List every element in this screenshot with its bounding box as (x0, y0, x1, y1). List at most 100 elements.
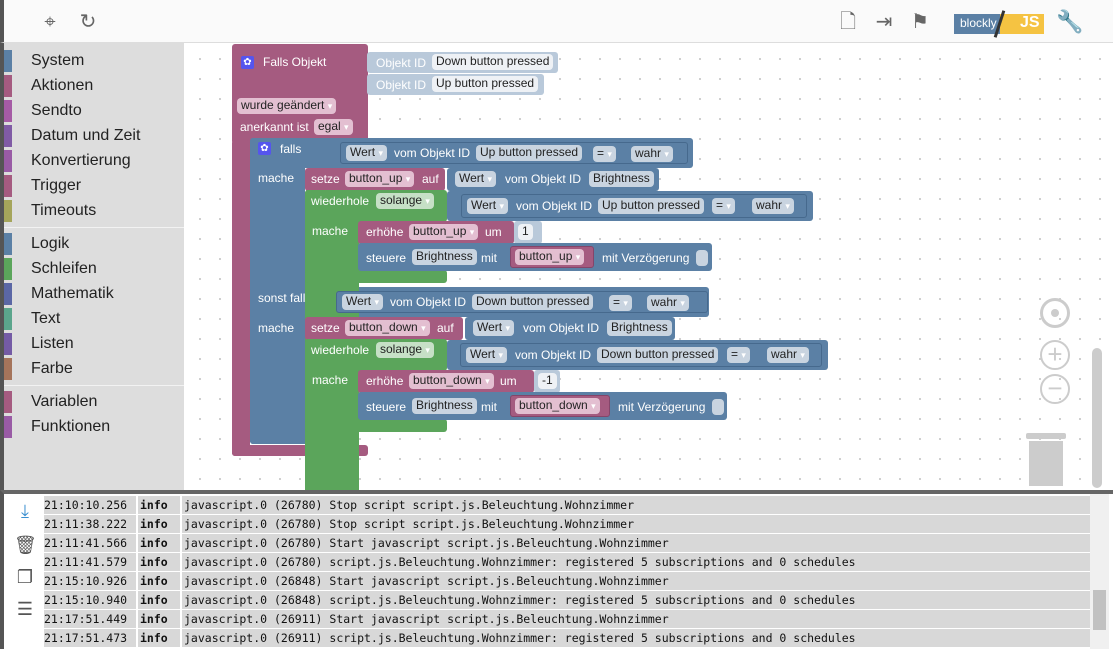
import-icon[interactable]: ⇥ (872, 10, 896, 34)
delay-checkbox[interactable] (696, 250, 708, 266)
objekt-id-label: Objekt ID (376, 78, 427, 92)
variable-dropdown[interactable]: button_down ▾ (345, 320, 430, 336)
gear-icon[interactable]: ✿ (258, 142, 271, 155)
objekt-id-value[interactable]: Brightness (607, 320, 672, 336)
category-datum-und-zeit[interactable]: Datum und Zeit (4, 124, 184, 148)
category-logik[interactable]: Logik (4, 232, 184, 256)
copy-icon[interactable]: ❐ (14, 566, 36, 588)
log-level: info (136, 629, 168, 647)
number-value[interactable]: -1 (538, 373, 557, 389)
blockly-js-toggle[interactable]: blockly JS (950, 10, 1046, 38)
target-icon[interactable]: ⌖ (38, 10, 62, 34)
while-loop-body[interactable] (305, 339, 359, 490)
objekt-id-value[interactable]: Brightness (412, 398, 477, 414)
while-loop-bottom[interactable] (305, 270, 447, 283)
scroll-down-icon[interactable]: ⤓ (14, 500, 36, 522)
ack-dropdown[interactable]: egal ▾ (314, 119, 353, 135)
clear-log-icon[interactable]: 🗑 (14, 534, 37, 556)
log-scrollbar[interactable] (1090, 494, 1109, 649)
operator-dropdown[interactable]: = ▾ (727, 347, 750, 363)
refresh-icon[interactable]: ↻ (76, 10, 100, 34)
objekt-id-value[interactable]: Brightness (412, 249, 477, 265)
zoom-out-icon[interactable]: − (1040, 374, 1070, 404)
variable-dropdown[interactable]: button_up ▾ (345, 171, 415, 187)
vom-objekt-id-label: vom Objekt ID (394, 146, 471, 160)
dropdown-arrow-icon: ▾ (498, 350, 503, 360)
log-row: 21:17:51.449 info javascript.0 (26911) Sta… (44, 610, 1090, 628)
category-variablen[interactable]: Variablen (4, 390, 184, 414)
objekt-id-value[interactable]: Up button pressed (598, 198, 705, 214)
operator-dropdown[interactable]: = ▾ (609, 295, 632, 311)
category-aktionen[interactable]: Aktionen (4, 74, 184, 98)
dropdown-arrow-icon: ▾ (726, 201, 731, 211)
operator-dropdown[interactable]: = ▾ (712, 198, 735, 214)
objekt-id-value[interactable]: Down button pressed (472, 294, 594, 310)
category-label: Funktionen (31, 418, 111, 435)
wert-dropdown[interactable]: Wert ▾ (467, 198, 508, 214)
dropdown-arrow-icon: ▾ (469, 227, 475, 237)
variable-dropdown[interactable]: button_down ▾ (515, 398, 600, 414)
variable-dropdown[interactable]: button_up ▾ (409, 224, 479, 240)
workspace-scrollbar[interactable] (1092, 348, 1102, 488)
wert-dropdown[interactable]: Wert ▾ (342, 294, 383, 310)
wert-dropdown[interactable]: Wert ▾ (473, 320, 514, 336)
log-row: 21:15:10.940 info javascript.0 (26848) scr… (44, 591, 1090, 609)
wrench-icon[interactable]: 🔧 (1056, 10, 1083, 34)
wert-dropdown[interactable]: Wert ▾ (455, 171, 496, 187)
boolean-dropdown[interactable]: wahr ▾ (647, 295, 689, 311)
wert-dropdown[interactable]: Wert ▾ (346, 145, 387, 161)
category-sendto[interactable]: Sendto (4, 99, 184, 123)
dropdown-arrow-icon: ▾ (421, 323, 426, 333)
objekt-id-value[interactable]: Up button pressed (432, 76, 539, 92)
category-farbe[interactable]: Farbe (4, 357, 184, 381)
category-color-swatch (4, 50, 12, 72)
blockly-workspace[interactable]: ✿ Falls Objekt Objekt ID Down button presse… (184, 43, 1113, 490)
zoom-in-icon[interactable]: + (1040, 340, 1070, 370)
loop-mode-dropdown[interactable]: solange ▾ (376, 193, 434, 209)
while-loop-bottom[interactable] (305, 419, 447, 432)
boolean-dropdown[interactable]: wahr ▾ (631, 146, 673, 162)
center-workspace-icon[interactable] (1040, 298, 1070, 328)
log-row: 21:15:10.926 info javascript.0 (26848) Sta… (44, 572, 1090, 590)
category-timeouts[interactable]: Timeouts (4, 199, 184, 223)
objekt-id-label: Objekt ID (376, 56, 427, 70)
variable-dropdown[interactable]: button_up ▾ (515, 249, 585, 265)
category-listen[interactable]: Listen (4, 332, 184, 356)
auf-label: auf (422, 172, 439, 186)
wert-dropdown[interactable]: Wert ▾ (466, 347, 507, 363)
objekt-id-value[interactable]: Brightness (589, 171, 654, 187)
delay-checkbox[interactable] (712, 399, 724, 415)
category-trigger[interactable]: Trigger (4, 174, 184, 198)
trash-icon[interactable] (1026, 431, 1066, 486)
boolean-dropdown[interactable]: wahr ▾ (767, 347, 809, 363)
log-message: javascript.0 (26911) Start javascript sc… (180, 610, 669, 628)
variable-dropdown[interactable]: button_down ▾ (409, 373, 494, 389)
category-label: Text (31, 310, 61, 327)
category-konvertierung[interactable]: Konvertierung (4, 149, 184, 173)
category-funktionen[interactable]: Funktionen (4, 415, 184, 439)
category-text[interactable]: Text (4, 307, 184, 331)
steuere-label: steuere (366, 400, 407, 414)
log-level: info (136, 572, 168, 590)
category-system[interactable]: System (4, 49, 184, 73)
number-value[interactable]: 1 (518, 224, 533, 240)
objekt-id-value[interactable]: Up button pressed (476, 145, 583, 161)
toggle-list-icon[interactable]: ☰ (14, 598, 36, 620)
category-mathematik[interactable]: Mathematik (4, 282, 184, 306)
changed-dropdown[interactable]: wurde geändert ▾ (237, 98, 337, 114)
operator-dropdown[interactable]: = ▾ (593, 146, 616, 162)
falls-objekt-block-body[interactable] (232, 140, 250, 456)
objekt-id-value[interactable]: Down button pressed (597, 347, 719, 363)
export-icon[interactable]: 🗋 (836, 10, 860, 34)
boolean-dropdown[interactable]: wahr ▾ (752, 198, 794, 214)
vom-objekt-id-label: vom Objekt ID (516, 199, 593, 213)
dropdown-arrow-icon: ▾ (344, 122, 349, 132)
loop-mode-dropdown[interactable]: solange ▾ (376, 342, 434, 358)
category-schleifen[interactable]: Schleifen (4, 257, 184, 281)
wiederhole-label: wiederhole (311, 343, 370, 357)
objekt-id-value[interactable]: Down button pressed (432, 54, 554, 70)
ack-label: anerkannt ist (240, 120, 309, 134)
checkered-flag-icon[interactable]: ⚑ (908, 10, 932, 34)
gear-icon[interactable]: ✿ (241, 56, 254, 69)
category-color-swatch (4, 100, 12, 122)
